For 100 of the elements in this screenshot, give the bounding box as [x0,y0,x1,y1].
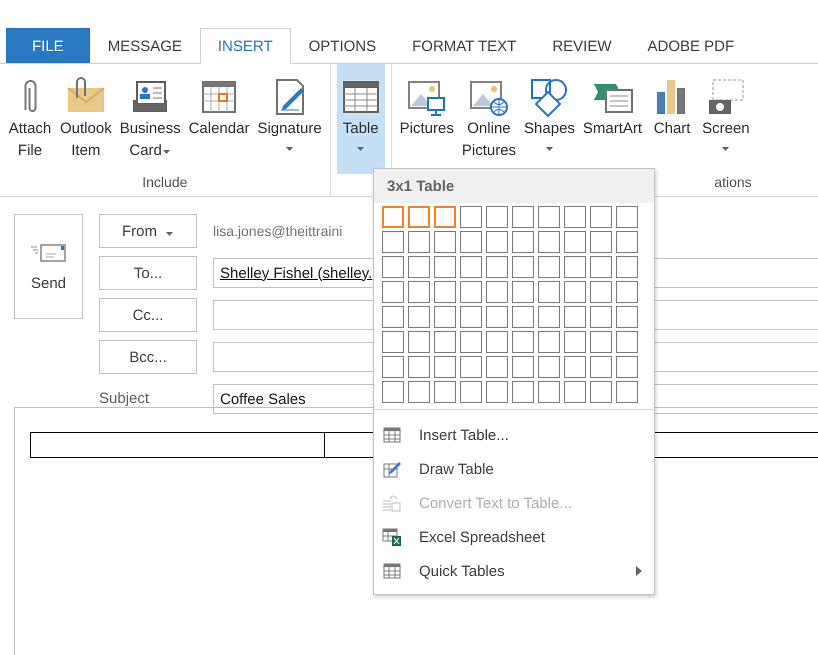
ribbon-button[interactable]: Attach File [6,64,54,174]
ribbon-button[interactable]: Calendar [186,64,252,174]
table-grid-cell[interactable] [564,331,586,353]
table-grid-cell[interactable] [434,281,456,303]
table-grid-cell[interactable] [382,381,404,403]
table-grid-cell[interactable] [460,331,482,353]
table-grid-cell[interactable] [434,206,456,228]
table-grid-cell[interactable] [590,381,612,403]
table-grid-cell[interactable] [512,256,534,278]
table-grid-cell[interactable] [434,331,456,353]
table-grid-cell[interactable] [460,281,482,303]
table-grid-cell[interactable] [486,256,508,278]
table-grid-cell[interactable] [382,356,404,378]
file-tab[interactable]: FILE [6,28,90,63]
table-grid-cell[interactable] [382,331,404,353]
table-grid-cell[interactable] [460,206,482,228]
recipient-button[interactable]: To... [99,256,197,290]
table-grid-cell[interactable] [486,231,508,253]
table-grid-cell[interactable] [486,206,508,228]
ribbon-button[interactable]: Business Card [118,64,183,174]
table-grid-cell[interactable] [408,256,430,278]
menu-item[interactable]: Quick Tables [374,554,654,588]
menu-item[interactable]: Insert Table... [374,418,654,452]
table-grid-cell[interactable] [538,356,560,378]
table-grid-cell[interactable] [616,331,638,353]
table-grid-cell[interactable] [408,306,430,328]
table-grid-cell[interactable] [408,331,430,353]
table-grid-cell[interactable] [512,381,534,403]
table-grid-cell[interactable] [616,256,638,278]
table-grid-cell[interactable] [512,281,534,303]
table-grid-cell[interactable] [538,206,560,228]
table-grid-cell[interactable] [538,306,560,328]
ribbon-button[interactable]: Signature [255,64,324,174]
table-grid-cell[interactable] [616,231,638,253]
table-grid-cell[interactable] [434,381,456,403]
table-grid-cell[interactable] [512,306,534,328]
table-grid-cell[interactable] [434,231,456,253]
table-grid-cell[interactable] [538,256,560,278]
table-grid-cell[interactable] [486,356,508,378]
table-grid-cell[interactable] [564,231,586,253]
table-grid-cell[interactable] [512,231,534,253]
table-grid-cell[interactable] [382,206,404,228]
table-grid-cell[interactable] [382,306,404,328]
table-grid-cell[interactable] [408,356,430,378]
table-grid-cell[interactable] [564,206,586,228]
table-grid-cell[interactable] [460,306,482,328]
table-grid-cell[interactable] [460,356,482,378]
menu-item[interactable]: Excel Spreadsheet [374,520,654,554]
table-grid-cell[interactable] [590,256,612,278]
recipient-button[interactable]: Cc... [99,298,197,332]
table-grid-cell[interactable] [538,331,560,353]
table-grid-cell[interactable] [616,356,638,378]
send-button[interactable]: Send [14,214,83,319]
table-grid-cell[interactable] [590,231,612,253]
menu-title: 3x1 Table [374,169,654,203]
recipient-link[interactable]: Shelley Fishel (shelley. [220,264,372,282]
table-grid-cell[interactable] [460,256,482,278]
table-grid-cell[interactable] [434,356,456,378]
table-grid-cell[interactable] [460,231,482,253]
table-grid-cell[interactable] [590,356,612,378]
table-grid-cell[interactable] [564,281,586,303]
table-grid-cell[interactable] [564,256,586,278]
table-grid-cell[interactable] [408,281,430,303]
table-grid-cell[interactable] [564,306,586,328]
table-grid-cell[interactable] [486,381,508,403]
table-grid-cell[interactable] [616,306,638,328]
table-grid-cell[interactable] [590,306,612,328]
ribbon-button[interactable]: Outlook Item [58,64,114,174]
table-grid-cell[interactable] [616,381,638,403]
table-grid-cell[interactable] [408,381,430,403]
table-grid-cell[interactable] [486,331,508,353]
table-grid-cell[interactable] [538,281,560,303]
table-grid-cell[interactable] [590,281,612,303]
table-grid-cell[interactable] [486,281,508,303]
from-button[interactable]: From [99,214,197,248]
table-grid-cell[interactable] [460,381,482,403]
table-grid-cell[interactable] [538,381,560,403]
table-grid-cell[interactable] [590,331,612,353]
ribbon-button[interactable]: Table [336,64,385,174]
table-grid-cell[interactable] [434,306,456,328]
table-grid-cell[interactable] [616,206,638,228]
table-grid-cell[interactable] [512,331,534,353]
table-grid-cell[interactable] [538,231,560,253]
table-grid-cell[interactable] [512,356,534,378]
table-grid-cell[interactable] [382,256,404,278]
table-grid-cell[interactable] [486,306,508,328]
recipient-button[interactable]: Bcc... [99,340,197,374]
table-grid-cell[interactable] [408,231,430,253]
ribbon-tab[interactable]: INSERT [200,28,291,64]
table-grid-cell[interactable] [590,206,612,228]
menu-item[interactable]: Draw Table [374,452,654,486]
table-grid-cell[interactable] [434,256,456,278]
table-grid-cell[interactable] [512,206,534,228]
table-grid-cell[interactable] [564,381,586,403]
table-grid-cell[interactable] [408,206,430,228]
table-grid-cell[interactable] [564,356,586,378]
table-grid-cell[interactable] [616,281,638,303]
table-grid-cell[interactable] [382,231,404,253]
table-grid-cell[interactable] [382,281,404,303]
ribbon-button[interactable]: Screen [700,64,752,174]
